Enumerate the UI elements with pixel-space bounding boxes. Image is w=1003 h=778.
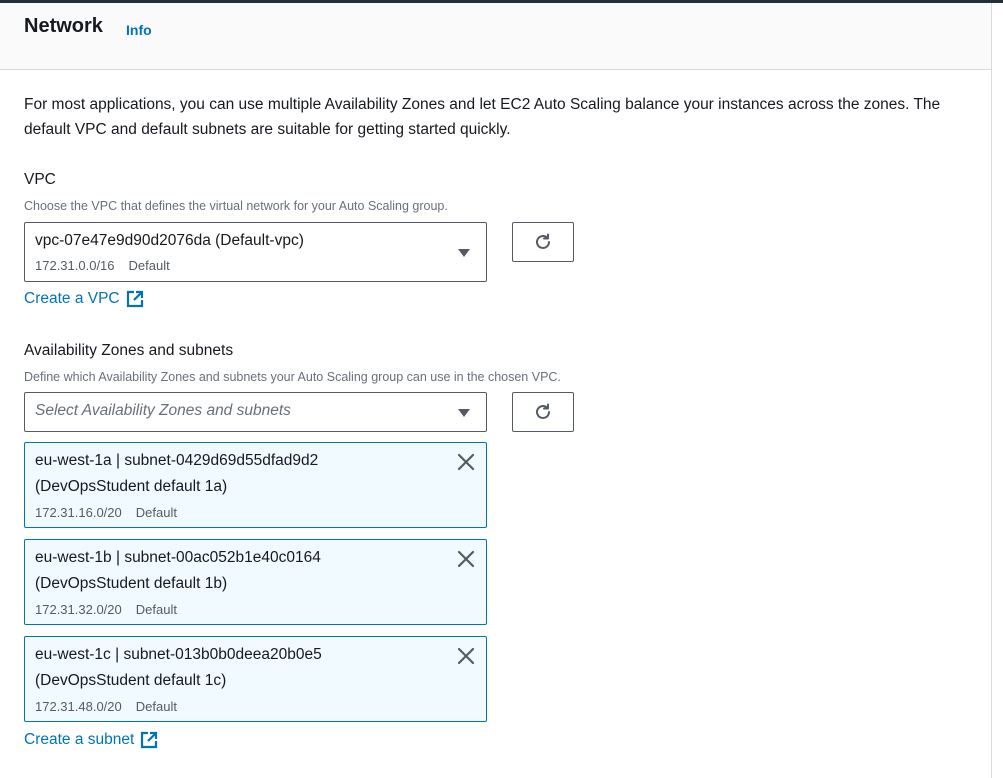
subnet-token-cidr: 172.31.16.0/20 xyxy=(35,505,122,520)
caret-down-icon xyxy=(458,409,470,417)
panel-header: Network Info xyxy=(0,3,991,70)
close-icon[interactable] xyxy=(457,550,475,568)
subnets-select[interactable]: Select Availability Zones and subnets xyxy=(24,392,487,432)
caret-down-icon xyxy=(458,249,470,257)
subnet-token-tag: Default xyxy=(135,699,177,714)
refresh-icon xyxy=(536,403,550,419)
subnet-token-name: (DevOpsStudent default 1c) xyxy=(35,672,227,689)
subnet-token: eu-west-1c | subnet-013b0b0deea20b0e5 (D… xyxy=(24,636,487,722)
subnet-token-tag: Default xyxy=(135,602,177,617)
vpc-details: 172.31.0.0/16 Default xyxy=(35,258,184,273)
external-link-icon xyxy=(141,731,158,749)
subnet-token-details: 172.31.48.0/20 Default xyxy=(35,699,191,714)
subnet-token-name: (DevOpsStudent default 1b) xyxy=(35,575,228,592)
vpc-description: Choose the VPC that defines the virtual … xyxy=(24,199,448,213)
subnet-token-tag: Default xyxy=(135,505,177,520)
subnet-token-id: eu-west-1c | subnet-013b0b0deea20b0e5 xyxy=(35,646,322,663)
subnet-token: eu-west-1a | subnet-0429d69d55dfad9d2 (D… xyxy=(24,442,487,528)
subnet-token-cidr: 172.31.32.0/20 xyxy=(35,602,122,617)
subnets-refresh-button[interactable] xyxy=(512,392,574,432)
vpc-refresh-button[interactable] xyxy=(512,222,574,262)
subnet-token-details: 172.31.32.0/20 Default xyxy=(35,602,191,617)
subnet-token-name: (DevOpsStudent default 1a) xyxy=(35,478,228,495)
info-link[interactable]: Info xyxy=(126,22,152,38)
vpc-cidr: 172.31.0.0/16 xyxy=(35,258,115,273)
subnets-placeholder: Select Availability Zones and subnets xyxy=(35,402,291,419)
vpc-label: VPC xyxy=(24,171,56,188)
subnets-label: Availability Zones and subnets xyxy=(24,342,234,359)
subnet-token-details: 172.31.16.0/20 Default xyxy=(35,505,191,520)
create-vpc-label: Create a VPC xyxy=(24,290,120,307)
refresh-icon xyxy=(536,233,550,249)
intro-text: For most applications, you can use multi… xyxy=(24,96,941,138)
subnets-description: Define which Availability Zones and subn… xyxy=(24,370,561,384)
external-link-icon xyxy=(126,290,143,308)
vpc-select[interactable]: vpc-07e47e9d90d2076da (Default-vpc) 172.… xyxy=(24,222,487,282)
close-icon[interactable] xyxy=(457,647,475,665)
close-icon[interactable] xyxy=(457,453,475,471)
vpc-selected-value: vpc-07e47e9d90d2076da (Default-vpc) xyxy=(35,232,304,249)
create-subnet-link[interactable]: Create a subnet xyxy=(24,731,158,749)
subnet-token-id: eu-west-1a | subnet-0429d69d55dfad9d2 xyxy=(35,452,319,469)
subnet-token: eu-west-1b | subnet-00ac052b1e40c0164 (D… xyxy=(24,539,487,625)
network-panel: Network Info For most applications, you … xyxy=(0,3,992,778)
create-subnet-label: Create a subnet xyxy=(24,731,135,748)
subnet-token-id: eu-west-1b | subnet-00ac052b1e40c0164 xyxy=(35,549,321,566)
subnet-token-cidr: 172.31.48.0/20 xyxy=(35,699,122,714)
create-vpc-link[interactable]: Create a VPC xyxy=(24,290,144,308)
page-title: Network xyxy=(24,15,103,37)
vpc-tag: Default xyxy=(128,258,170,273)
